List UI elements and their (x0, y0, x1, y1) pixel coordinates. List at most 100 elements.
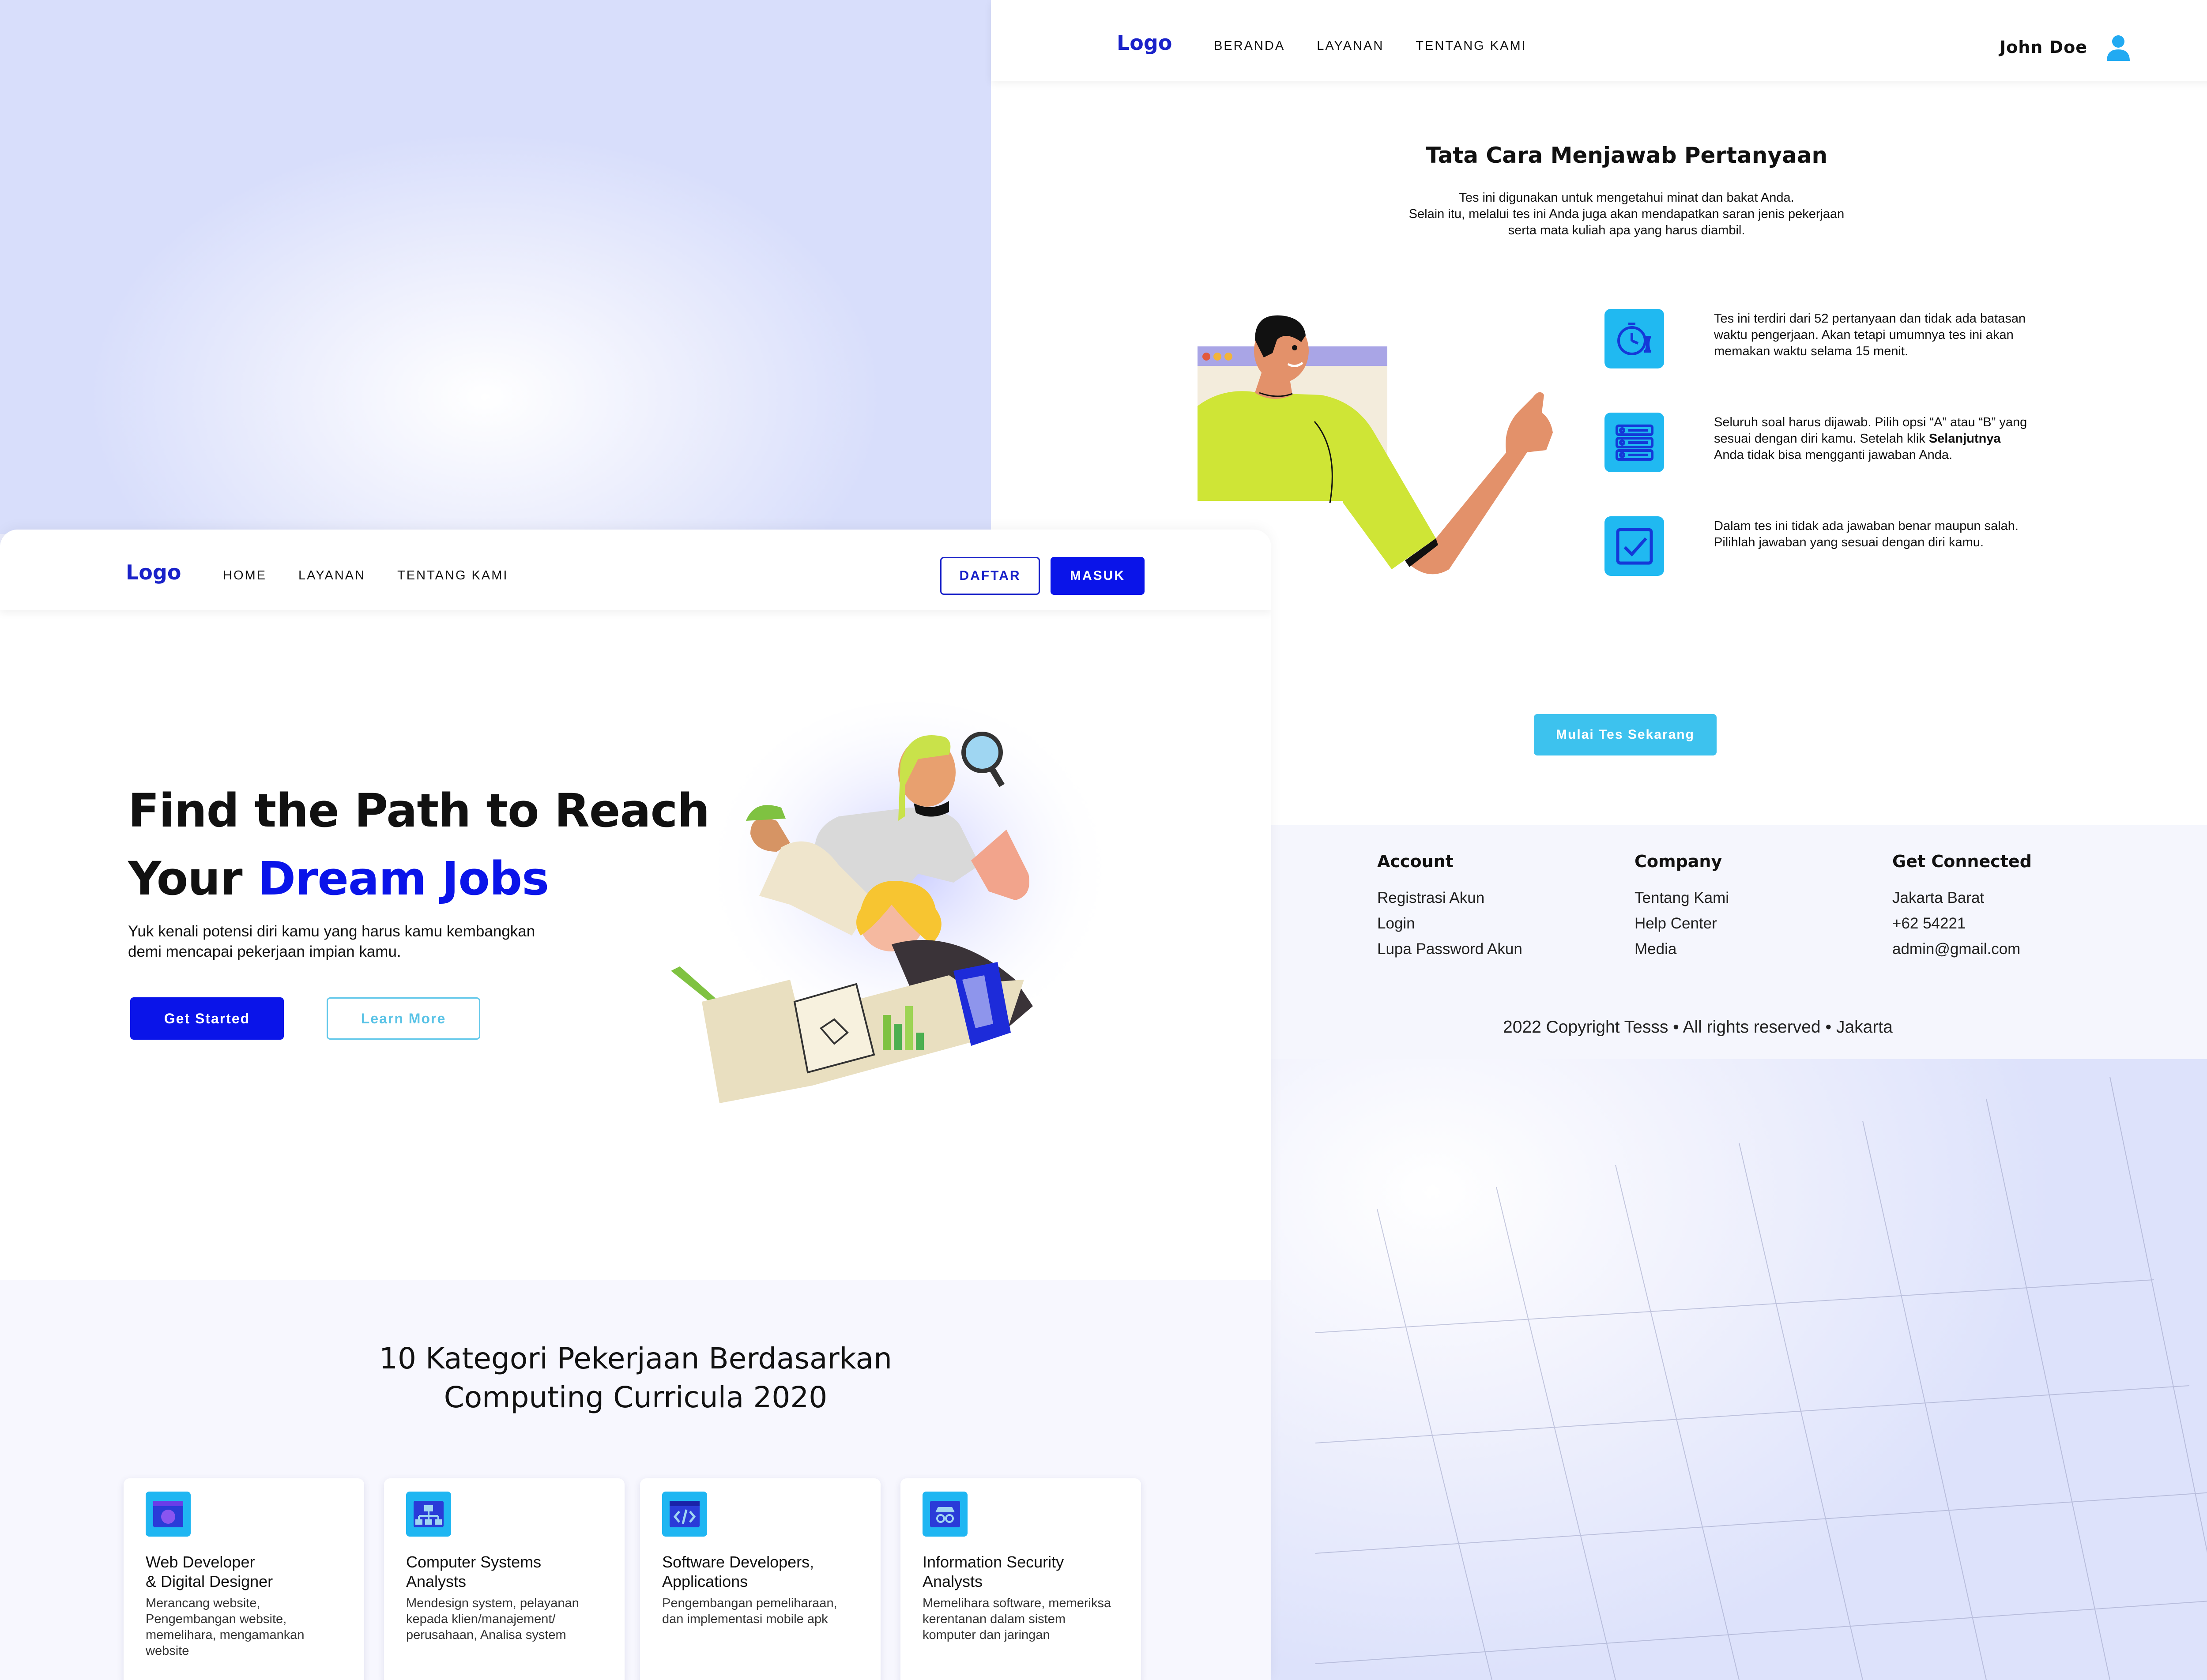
footer-column-account: Account Registrasi Akun Login Lupa Passw… (1377, 852, 1522, 962)
category-description-line: Memelihara software, memeriksa (923, 1596, 1111, 1610)
logo[interactable]: Logo (1117, 31, 1172, 55)
category-description-line: dan implementasi mobile apk (662, 1612, 828, 1626)
step-text: Dalam tes ini tidak ada jawaban benar ma… (1714, 519, 2019, 549)
category-description-line: perusahaan, Analisa system (406, 1628, 566, 1642)
category-description: Pengembangan pemeliharaan, dan implement… (662, 1595, 856, 1627)
step-text-part: Anda tidak bisa mengganti jawaban Anda. (1714, 448, 1953, 462)
footer-link[interactable]: Registrasi Akun (1377, 885, 1522, 911)
step-text: Seluruh soal harus dijawab. Pilih opsi “… (1714, 414, 2032, 463)
category-card-software-developers[interactable]: Software Developers, Applications Pengem… (640, 1478, 881, 1680)
page-title: Tata Cara Menjawab Pertanyaan (1425, 143, 1828, 168)
checkbox-icon (1604, 516, 1664, 576)
category-description-line: Pengembangan website, (146, 1612, 287, 1626)
category-name-line: Computer Systems (406, 1553, 542, 1571)
category-card-web-developer[interactable]: Web Developer & Digital Designer Meranca… (124, 1478, 364, 1680)
category-name: Information Security Analysts (923, 1552, 1126, 1591)
step-text-bold: Selanjutnya (1928, 432, 2001, 446)
category-name-line: Information Security (923, 1553, 1064, 1571)
footer-heading: Account (1377, 852, 1454, 871)
hero-title-accent: Dream Jobs (257, 852, 549, 906)
hero-subtitle-line: Yuk kenali potensi diri kamu yang harus … (128, 923, 535, 940)
network-icon (406, 1492, 451, 1537)
category-card-computer-systems[interactable]: Computer Systems Analysts Mendesign syst… (384, 1478, 625, 1680)
nav-item-tentang-kami[interactable]: TENTANG KAMI (397, 568, 508, 583)
categories-title: 10 Kategori Pekerjaan Berdasarkan Comput… (0, 1339, 1271, 1417)
footer-contact[interactable]: admin@gmail.com (1892, 936, 2032, 962)
decorative-grid (1315, 1076, 2207, 1680)
category-name-line: Web Developer (146, 1553, 255, 1571)
category-description: Merancang website, Pengembangan website,… (146, 1595, 340, 1659)
code-icon (662, 1492, 707, 1537)
categories-title-line: Computing Curricula 2020 (444, 1380, 828, 1414)
category-description-line: komputer dan jaringan (923, 1628, 1050, 1642)
nav-menu: BERANDA LAYANAN TENTANG KAMI (1214, 39, 1527, 53)
learn-more-button[interactable]: Learn More (327, 997, 480, 1040)
instruction-step: Seluruh soal harus dijawab. Pilih opsi “… (1604, 413, 2090, 483)
hero-title-prefix: Your (128, 852, 258, 906)
user-menu[interactable]: John Doe (2000, 34, 2132, 61)
footer-heading: Get Connected (1892, 852, 2032, 871)
hero-subtitle: Yuk kenali potensi diri kamu yang harus … (128, 921, 614, 962)
categories-title-line: 10 Kategori Pekerjaan Berdasarkan (379, 1342, 892, 1376)
hero-subtitle-line: demi mencapai pekerjaan impian kamu. (128, 943, 401, 960)
timer-icon (1604, 309, 1664, 368)
nav-item-beranda[interactable]: BERANDA (1214, 39, 1285, 53)
category-description: Mendesign system, pelayanan kepada klien… (406, 1595, 600, 1643)
nav-item-layanan[interactable]: LAYANAN (298, 568, 365, 583)
footer: Account Registrasi Akun Login Lupa Passw… (1271, 825, 2207, 1059)
intro-line: Tes ini digunakan untuk mengetahui minat… (1459, 191, 1794, 205)
nav-menu: HOME LAYANAN TENTANG KAMI (223, 568, 508, 583)
footer-link[interactable]: Lupa Password Akun (1377, 936, 1522, 962)
get-started-button[interactable]: Get Started (130, 997, 284, 1040)
user-name: John Doe (2000, 38, 2088, 57)
nav-item-layanan[interactable]: LAYANAN (1317, 39, 1384, 53)
category-description-line: kerentanan dalam sistem (923, 1612, 1066, 1626)
footer-column-company: Company Tentang Kami Help Center Media (1635, 852, 1729, 962)
logo[interactable]: Logo (126, 560, 181, 584)
copyright: 2022 Copyright Tesss • All rights reserv… (1503, 1018, 1893, 1037)
footer-contact: +62 54221 (1892, 915, 1966, 932)
register-button[interactable]: DAFTAR (940, 557, 1040, 595)
checklist-icon (1604, 413, 1664, 472)
footer-contact: Jakarta Barat (1892, 889, 1985, 906)
category-description-line: kepada klien/manajement/ (406, 1612, 556, 1626)
user-icon[interactable] (2105, 34, 2132, 61)
category-name: Computer Systems Analysts (406, 1552, 609, 1591)
security-icon (923, 1492, 968, 1537)
background-top-left (0, 0, 991, 534)
step-text: Tes ini terdiri dari 52 pertanyaan dan t… (1714, 312, 2026, 358)
category-name-line: Analysts (406, 1572, 467, 1590)
category-name-line: Applications (662, 1572, 748, 1590)
category-name: Software Developers, Applications (662, 1552, 865, 1591)
footer-column-connected: Get Connected Jakarta Barat +62 54221 ad… (1892, 852, 2032, 962)
category-description-line: Pengembangan pemeliharaan, (662, 1596, 837, 1610)
intro-line: Selain itu, melalui tes ini Anda juga ak… (1409, 207, 1845, 221)
footer-link[interactable]: Help Center (1635, 911, 1729, 936)
category-name: Web Developer & Digital Designer (146, 1552, 349, 1591)
instruction-step: Tes ini terdiri dari 52 pertanyaan dan t… (1604, 309, 2090, 380)
instruction-step: Dalam tes ini tidak ada jawaban benar ma… (1604, 516, 2090, 587)
category-name-line: & Digital Designer (146, 1572, 273, 1590)
category-description-line: Merancang website, (146, 1596, 260, 1610)
category-cards: Web Developer & Digital Designer Meranca… (124, 1478, 1148, 1680)
landing-page: Logo HOME LAYANAN TENTANG KAMI DAFTAR MA… (0, 530, 1271, 1680)
footer-heading: Company (1635, 852, 1722, 871)
category-description-line: memelihara, mengamankan (146, 1628, 305, 1642)
landing-navbar: Logo HOME LAYANAN TENTANG KAMI DAFTAR MA… (0, 530, 1271, 610)
footer-link[interactable]: Tentang Kami (1635, 885, 1729, 911)
category-name-line: Analysts (923, 1572, 983, 1590)
categories-section: 10 Kategori Pekerjaan Berdasarkan Comput… (0, 1280, 1271, 1680)
footer-link[interactable]: Media (1635, 936, 1729, 962)
category-description: Memelihara software, memeriksa kerentana… (923, 1595, 1117, 1643)
footer-link[interactable]: Login (1377, 911, 1522, 936)
quiz-navbar: Logo BERANDA LAYANAN TENTANG KAMI John D… (991, 0, 2207, 81)
web-icon (146, 1492, 191, 1537)
nav-item-tentang-kami[interactable]: TENTANG KAMI (1416, 39, 1526, 53)
intro-text: Tes ini digunakan untuk mengetahui minat… (991, 190, 2207, 239)
category-description-line: Mendesign system, pelayanan (406, 1596, 579, 1610)
login-button[interactable]: MASUK (1051, 557, 1145, 595)
start-test-button[interactable]: Mulai Tes Sekarang (1534, 714, 1717, 755)
nav-item-home[interactable]: HOME (223, 568, 267, 583)
intro-line: serta mata kuliah apa yang harus diambil… (1508, 223, 1745, 237)
category-card-information-security[interactable]: Information Security Analysts Memelihara… (900, 1478, 1141, 1680)
